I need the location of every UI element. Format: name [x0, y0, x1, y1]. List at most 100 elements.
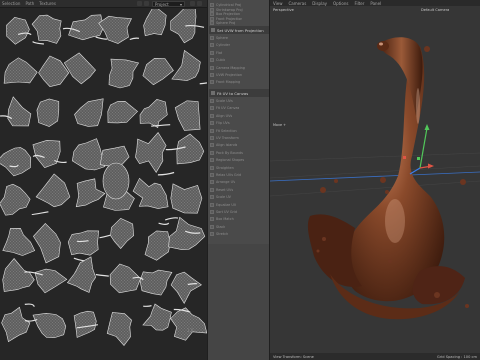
- uv-tool-item-1[interactable]: Fit UV Canvas: [210, 105, 268, 111]
- projection-mode-value: Project: [155, 1, 169, 7]
- uv-tool-item-15[interactable]: Sort UV Grid: [210, 209, 268, 215]
- tool-icon: [210, 158, 214, 163]
- tool-icon: [210, 210, 214, 214]
- tool-icon: [210, 80, 214, 85]
- tool-icon: [210, 195, 214, 200]
- tool-icon: [210, 36, 214, 40]
- projection-mode-select[interactable]: Project ▾: [152, 1, 185, 7]
- uv-tool-item-6[interactable]: Align Islands: [210, 142, 268, 148]
- tool-icon: [210, 65, 214, 70]
- uv-tool-item-14[interactable]: Equalize UV: [210, 202, 268, 208]
- viewport-menu-display[interactable]: Display: [312, 1, 327, 6]
- viewport-grid: [270, 152, 480, 197]
- settings-icon[interactable]: [197, 1, 202, 6]
- tool-label: Fit Selection: [216, 128, 237, 133]
- tool-label: Equalize UV: [216, 202, 237, 207]
- hamburger-icon[interactable]: [137, 1, 142, 6]
- tool-icon: [210, 121, 214, 126]
- uv-tool-item-2[interactable]: Align UVs: [210, 113, 268, 119]
- tool-icon: [210, 50, 214, 55]
- camera-section-label: Fit UV to Canvas: [217, 90, 249, 96]
- tool-icon: [210, 165, 214, 170]
- tool-label: Cylinder: [216, 43, 231, 48]
- camera-section-header[interactable]: Fit UV to Canvas: [209, 89, 269, 97]
- uv-editor-panel: Selection Path Textures Project ▾ 1.0: [0, 0, 207, 360]
- tool-icon: [210, 113, 214, 118]
- projection-section-header[interactable]: Set UVW from Projection: [209, 26, 269, 34]
- uv-tool-item-3[interactable]: Flip UVs: [210, 120, 268, 126]
- projection-item-3[interactable]: Cubic: [210, 57, 268, 63]
- chevron-down-icon: ▾: [179, 1, 182, 7]
- tool-icon: [210, 143, 214, 148]
- tool-label: Stack: [216, 224, 226, 229]
- uv-tool-item-17[interactable]: Stack: [210, 224, 268, 230]
- viewport-camera-name[interactable]: Default Camera: [421, 8, 449, 12]
- projection-icon: [211, 28, 215, 32]
- tool-label: Regional Shapes: [216, 158, 245, 163]
- tool-label: Fit UV Canvas: [216, 106, 240, 111]
- tool-label: Sphere Proj: [216, 21, 236, 26]
- tool-label: UV Transform: [216, 136, 239, 140]
- tool-label: Flip UVs: [216, 121, 230, 126]
- tool-label: Scale UVs: [216, 99, 233, 103]
- zoom-icon[interactable]: [144, 1, 149, 6]
- viewport-scene[interactable]: [270, 6, 480, 353]
- status-right: Grid Spacing : 100 cm: [437, 354, 477, 359]
- uv-strip[interactable]: [143, 305, 152, 307]
- uv-tool-item-16[interactable]: Box Match: [210, 216, 268, 222]
- tool-icon: [210, 187, 214, 192]
- tool-icon: [210, 99, 214, 103]
- uv-tool-item-4[interactable]: Fit Selection: [210, 128, 268, 134]
- tool-label: Align Islands: [216, 143, 238, 148]
- uv-canvas[interactable]: 1.0: [0, 9, 207, 360]
- uv-island-center[interactable]: [102, 162, 130, 200]
- uv-menu-item-path[interactable]: Path: [25, 1, 34, 6]
- tool-icon: [210, 73, 214, 77]
- tool-icon: [210, 58, 214, 63]
- uv-tool-item-0[interactable]: Scale UVs: [210, 98, 268, 104]
- tool-label: Scale UV: [216, 195, 232, 200]
- tool-label: UVW Projection: [216, 73, 242, 77]
- uv-tool-item-12[interactable]: Reset UVs: [210, 187, 268, 193]
- tool-label: Stretch: [216, 232, 229, 237]
- viewport-menu-filter[interactable]: Filter: [354, 1, 364, 6]
- projection-item-2[interactable]: Flat: [210, 50, 268, 56]
- uv-island[interactable]: [36, 98, 60, 127]
- projection-item-4[interactable]: Camera Mapping: [210, 65, 268, 71]
- uv-tool-item-7[interactable]: Pack By Bounds: [210, 150, 268, 156]
- uv-tool-item-5[interactable]: UV Transform: [210, 135, 268, 141]
- uv-tool-item-8[interactable]: Regional Shapes: [210, 157, 268, 163]
- uv-tool-item-10[interactable]: Relax UVs Grid: [210, 172, 268, 178]
- lock-icon[interactable]: [190, 1, 195, 6]
- viewport-menu-view[interactable]: View: [273, 1, 283, 6]
- uv-tool-item-11[interactable]: Arrange UV: [210, 179, 268, 185]
- status-left: View Transform: Scene: [273, 354, 314, 359]
- tool-icon: [210, 232, 214, 237]
- tool-icon: [210, 217, 214, 222]
- tool-label: Relax UVs Grid: [216, 173, 242, 177]
- uv-tool-item-9[interactable]: Straighten: [210, 165, 268, 171]
- tool-icon: [210, 180, 214, 185]
- tool-label: Align UVs: [216, 113, 233, 118]
- tool-label: Sphere: [216, 36, 228, 40]
- projection-item-5[interactable]: UVW Projection: [210, 72, 268, 78]
- viewport-menu-panel[interactable]: Panel: [370, 1, 381, 6]
- 3d-viewport[interactable]: View Cameras Display Options Filter Pane…: [270, 0, 480, 360]
- uv-tool-item-18[interactable]: Stretch: [210, 231, 268, 237]
- uv-tool-item-13[interactable]: Scale UV: [210, 194, 268, 200]
- tool-icon: [210, 21, 214, 26]
- tool-icon: [210, 43, 214, 48]
- uv-menu-item-textures[interactable]: Textures: [39, 1, 56, 6]
- tool-label: Camera Mapping: [216, 65, 245, 70]
- tool-label: Straighten: [216, 165, 234, 170]
- tool-icon: [210, 136, 214, 140]
- viewport-menu-cameras[interactable]: Cameras: [289, 1, 307, 6]
- projection-item-0[interactable]: Sphere: [210, 35, 268, 41]
- uv-menu-item-selection[interactable]: Selection: [2, 1, 20, 6]
- projection-item-1[interactable]: Cylinder: [210, 42, 268, 48]
- uv-island[interactable]: [67, 230, 100, 256]
- tool-label: Box Match: [216, 217, 234, 222]
- tool-panel-empty-area: [208, 244, 269, 360]
- viewport-menu-options[interactable]: Options: [333, 1, 348, 6]
- projection-item-6[interactable]: Front Mapping: [210, 79, 268, 85]
